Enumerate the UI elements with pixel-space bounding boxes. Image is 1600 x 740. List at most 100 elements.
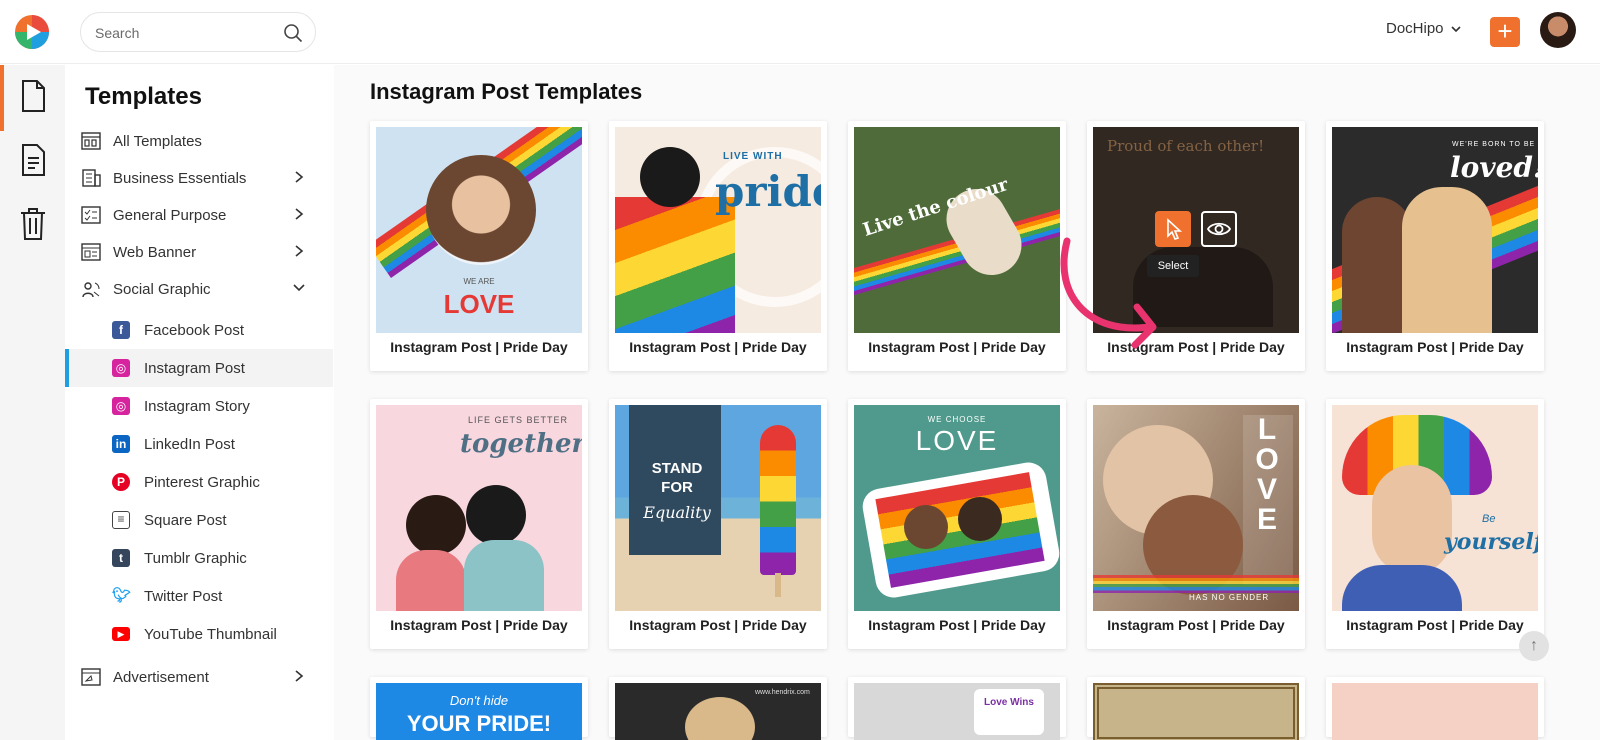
template-caption: Instagram Post | Pride Day	[1107, 617, 1285, 633]
sidebar-item-twitter-post[interactable]: 🐦︎ Twitter Post	[65, 577, 333, 615]
sidebar-item-square-post[interactable]: ≡ Square Post	[65, 501, 333, 539]
preview-button[interactable]	[1201, 211, 1237, 247]
template-card[interactable]: Proud of each other! Select Instagram Po…	[1087, 121, 1305, 371]
sidebar-item-label: Facebook Post	[144, 322, 245, 339]
dochipo-logo[interactable]	[14, 14, 50, 50]
search-icon[interactable]	[283, 23, 303, 43]
top-bar: DocHipo +	[0, 0, 1600, 64]
template-thumbnail: WE ARE LOVE	[376, 127, 582, 333]
pinterest-icon: P	[112, 473, 130, 491]
template-card[interactable]: LIFE GETS BETTER together Instagram Post…	[370, 399, 588, 649]
chevron-right-icon	[295, 208, 304, 220]
square-post-icon: ≡	[112, 511, 130, 529]
template-card[interactable]: Love Wins	[848, 677, 1066, 740]
thumb-text: YOUR PRIDE!	[406, 711, 552, 736]
sidebar-item-label: Square Post	[144, 512, 227, 529]
template-thumbnail: STAND FOR Equality	[615, 405, 821, 611]
template-caption: Instagram Post | Pride Day	[390, 617, 568, 633]
advertisement-icon	[81, 668, 101, 686]
sidebar-item-youtube-thumbnail[interactable]: ▶ YouTube Thumbnail	[65, 615, 333, 653]
template-card[interactable]: Be yourself! Instagram Post | Pride Day	[1326, 399, 1544, 649]
avatar[interactable]	[1540, 12, 1576, 48]
template-caption: Instagram Post | Pride Day	[1346, 339, 1524, 355]
template-card[interactable]: STAND FOR Equality Instagram Post | Prid…	[609, 399, 827, 649]
thumb-text: LOVE	[915, 425, 999, 456]
documents-icon[interactable]	[18, 143, 48, 177]
thumb-text: together	[460, 429, 582, 459]
sidebar-item-web-banner[interactable]: Web Banner	[65, 234, 333, 270]
template-card[interactable]: www.hendrix.com	[609, 677, 827, 740]
scroll-to-top-button[interactable]: ↑	[1519, 631, 1549, 661]
eye-icon	[1206, 222, 1232, 236]
thumb-text: Love Wins	[984, 697, 1034, 708]
template-thumbnail: LIVE WITH pride	[615, 127, 821, 333]
thumb-text: LIFE GETS BETTER	[468, 415, 569, 425]
template-caption: Instagram Post | Pride Day	[390, 339, 568, 355]
thumb-text: Equality	[643, 503, 711, 522]
sidebar-item-label: Web Banner	[113, 244, 197, 261]
sidebar-item-label: Business Essentials	[113, 170, 247, 187]
search-box[interactable]	[80, 12, 316, 52]
sidebar-item-tumblr-graphic[interactable]: t Tumblr Graphic	[65, 539, 333, 577]
sidebar-item-instagram-story[interactable]: ◎ Instagram Story	[65, 387, 333, 425]
sidebar-item-advertisement[interactable]: Advertisement	[65, 659, 333, 695]
page-title: Instagram Post Templates	[370, 79, 643, 104]
template-thumbnail	[1332, 683, 1538, 740]
template-card[interactable]: WE'RE BORN TO BE loved! Instagram Post |…	[1326, 121, 1544, 371]
template-card[interactable]: WE ARE LOVE Instagram Post | Pride Day	[370, 121, 588, 371]
select-tooltip: Select	[1147, 255, 1199, 277]
sidebar-item-business-essentials[interactable]: Business Essentials	[65, 160, 333, 196]
select-button[interactable]	[1155, 211, 1191, 247]
sidebar-item-pinterest-graphic[interactable]: P Pinterest Graphic	[65, 463, 333, 501]
templates-icon[interactable]	[18, 79, 48, 113]
thumb-text: WE'RE BORN TO BE	[1452, 141, 1536, 148]
social-graphic-icon	[82, 282, 100, 298]
linkedin-icon: in	[112, 435, 130, 453]
template-thumbnail: Love Wins	[854, 683, 1060, 740]
templates-sidebar: Templates All Templates Business Essenti…	[65, 65, 333, 740]
thumb-text: Don't hide	[449, 693, 509, 708]
sidebar-item-social-graphic[interactable]: Social Graphic	[65, 271, 333, 307]
account-menu[interactable]: DocHipo	[1386, 20, 1462, 37]
sidebar-item-label: Social Graphic	[113, 281, 211, 298]
add-icon[interactable]: +	[1490, 17, 1520, 47]
template-card[interactable]: Live the colour Instagram Post | Pride D…	[848, 121, 1066, 371]
thumb-text: WE ARE	[463, 277, 495, 286]
chevron-right-icon	[295, 245, 304, 257]
template-caption: Instagram Post | Pride Day	[629, 339, 807, 355]
template-card[interactable]: Don't hide YOUR PRIDE!	[370, 677, 588, 740]
main-content: Instagram Post Templates WE ARE LOVE Ins…	[334, 65, 1600, 740]
template-card[interactable]	[1326, 677, 1544, 740]
sidebar-item-facebook-post[interactable]: f Facebook Post	[65, 311, 333, 349]
icon-rail	[0, 65, 65, 740]
instagram-icon: ◎	[112, 397, 130, 415]
thumb-text: pride	[715, 167, 821, 216]
thumb-text: HAS NO GENDER	[1189, 593, 1270, 602]
template-card[interactable]: LIVE WITH pride Instagram Post | Pride D…	[609, 121, 827, 371]
hover-overlay	[1093, 127, 1299, 333]
facebook-icon: f	[112, 321, 130, 339]
building-icon	[82, 169, 101, 187]
sidebar-item-all-templates[interactable]: All Templates	[65, 123, 333, 159]
template-thumbnail: www.hendrix.com	[615, 683, 821, 740]
template-thumbnail: WE CHOOSE LOVE	[854, 405, 1060, 611]
sidebar-item-linkedin-post[interactable]: in LinkedIn Post	[65, 425, 333, 463]
sidebar-item-instagram-post[interactable]: ◎ Instagram Post	[65, 349, 333, 387]
chevron-down-icon	[293, 284, 305, 292]
template-card[interactable]	[1087, 677, 1305, 740]
sidebar-item-label: Tumblr Graphic	[144, 550, 247, 567]
trash-icon[interactable]	[18, 207, 48, 241]
template-thumbnail: Proud of each other! Select	[1093, 127, 1299, 333]
tumblr-icon: t	[112, 549, 130, 567]
sidebar-item-general-purpose[interactable]: General Purpose	[65, 197, 333, 233]
thumb-text: LOVE	[443, 289, 515, 319]
template-card[interactable]: LOVE HAS NO GENDER Instagram Post | Prid…	[1087, 399, 1305, 649]
chevron-right-icon	[295, 171, 304, 183]
chevron-right-icon	[295, 670, 304, 682]
template-card[interactable]: WE CHOOSE LOVE Instagram Post | Pride Da…	[848, 399, 1066, 649]
search-input[interactable]	[95, 23, 275, 43]
account-name: DocHipo	[1386, 20, 1444, 37]
template-thumbnail: LIFE GETS BETTER together	[376, 405, 582, 611]
sidebar-item-label: Instagram Story	[144, 398, 250, 415]
template-thumbnail: Live the colour	[854, 127, 1060, 333]
